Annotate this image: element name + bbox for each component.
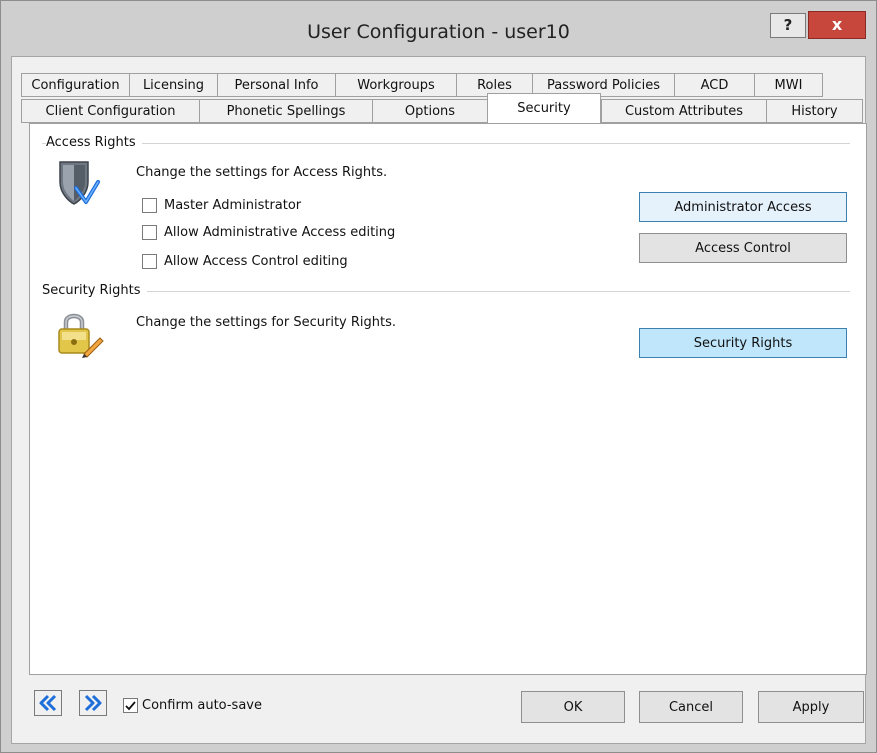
tab-licensing[interactable]: Licensing [129, 73, 217, 97]
apply-button[interactable]: Apply [758, 691, 864, 723]
confirm-auto-save-label: Confirm auto-save [142, 698, 262, 713]
access-rights-description: Change the settings for Access Rights. [136, 165, 388, 180]
shield-icon [54, 158, 104, 208]
access-rights-group-label: Access Rights [46, 135, 142, 150]
allow-admin-access-editing-row[interactable]: Allow Administrative Access editing [142, 225, 395, 240]
tab-personal-info[interactable]: Personal Info [217, 73, 335, 97]
double-chevron-left-icon [39, 694, 57, 712]
allow-access-control-editing-row[interactable]: Allow Access Control editing [142, 254, 348, 269]
tab-client-configuration[interactable]: Client Configuration [21, 99, 199, 123]
tab-workgroups[interactable]: Workgroups [335, 73, 456, 97]
tab-phonetic-spellings[interactable]: Phonetic Spellings [199, 99, 372, 123]
title-bar[interactable]: User Configuration - user10 ? x [1, 1, 876, 55]
confirm-auto-save-row[interactable]: Confirm auto-save [123, 698, 262, 713]
tab-history[interactable]: History [766, 99, 863, 123]
security-rights-button[interactable]: Security Rights [639, 328, 847, 358]
tab-row-bottom: Client Configuration Phonetic Spellings … [21, 93, 863, 123]
close-button[interactable]: x [808, 11, 866, 39]
tab-custom-attributes[interactable]: Custom Attributes [601, 99, 766, 123]
tab-mwi[interactable]: MWI [754, 73, 823, 97]
tab-security[interactable]: Security [487, 93, 601, 123]
checkmark-icon [125, 701, 136, 711]
ok-button[interactable]: OK [521, 691, 625, 723]
next-user-button[interactable] [79, 690, 107, 716]
tab-configuration[interactable]: Configuration [21, 73, 129, 97]
help-button[interactable]: ? [770, 13, 806, 38]
window-title: User Configuration - user10 [307, 21, 570, 43]
cancel-button[interactable]: Cancel [639, 691, 743, 723]
master-administrator-checkbox[interactable] [142, 198, 157, 213]
master-administrator-row[interactable]: Master Administrator [142, 198, 301, 213]
double-chevron-right-icon [84, 694, 102, 712]
tab-row-top: Configuration Licensing Personal Info Wo… [21, 73, 863, 97]
tab-options[interactable]: Options [372, 99, 487, 123]
access-control-button[interactable]: Access Control [639, 233, 847, 263]
tab-acd[interactable]: ACD [674, 73, 754, 97]
allow-admin-access-editing-checkbox[interactable] [142, 225, 157, 240]
security-rights-description: Change the settings for Security Rights. [136, 315, 397, 330]
security-rights-divider [42, 291, 850, 292]
lock-icon [54, 308, 104, 358]
security-tab-panel: Access Rights Change the settings for Ac… [29, 123, 867, 675]
administrator-access-button[interactable]: Administrator Access [639, 192, 847, 222]
allow-access-control-editing-label: Allow Access Control editing [164, 254, 348, 269]
allow-access-control-editing-checkbox[interactable] [142, 254, 157, 269]
access-rights-divider [42, 143, 850, 144]
master-administrator-label: Master Administrator [164, 198, 302, 213]
security-rights-group-label: Security Rights [42, 283, 147, 298]
previous-user-button[interactable] [34, 690, 62, 716]
allow-admin-access-editing-label: Allow Administrative Access editing [164, 225, 396, 240]
dialog-window: User Configuration - user10 ? x Configur… [0, 0, 877, 753]
confirm-auto-save-checkbox[interactable] [123, 698, 138, 713]
